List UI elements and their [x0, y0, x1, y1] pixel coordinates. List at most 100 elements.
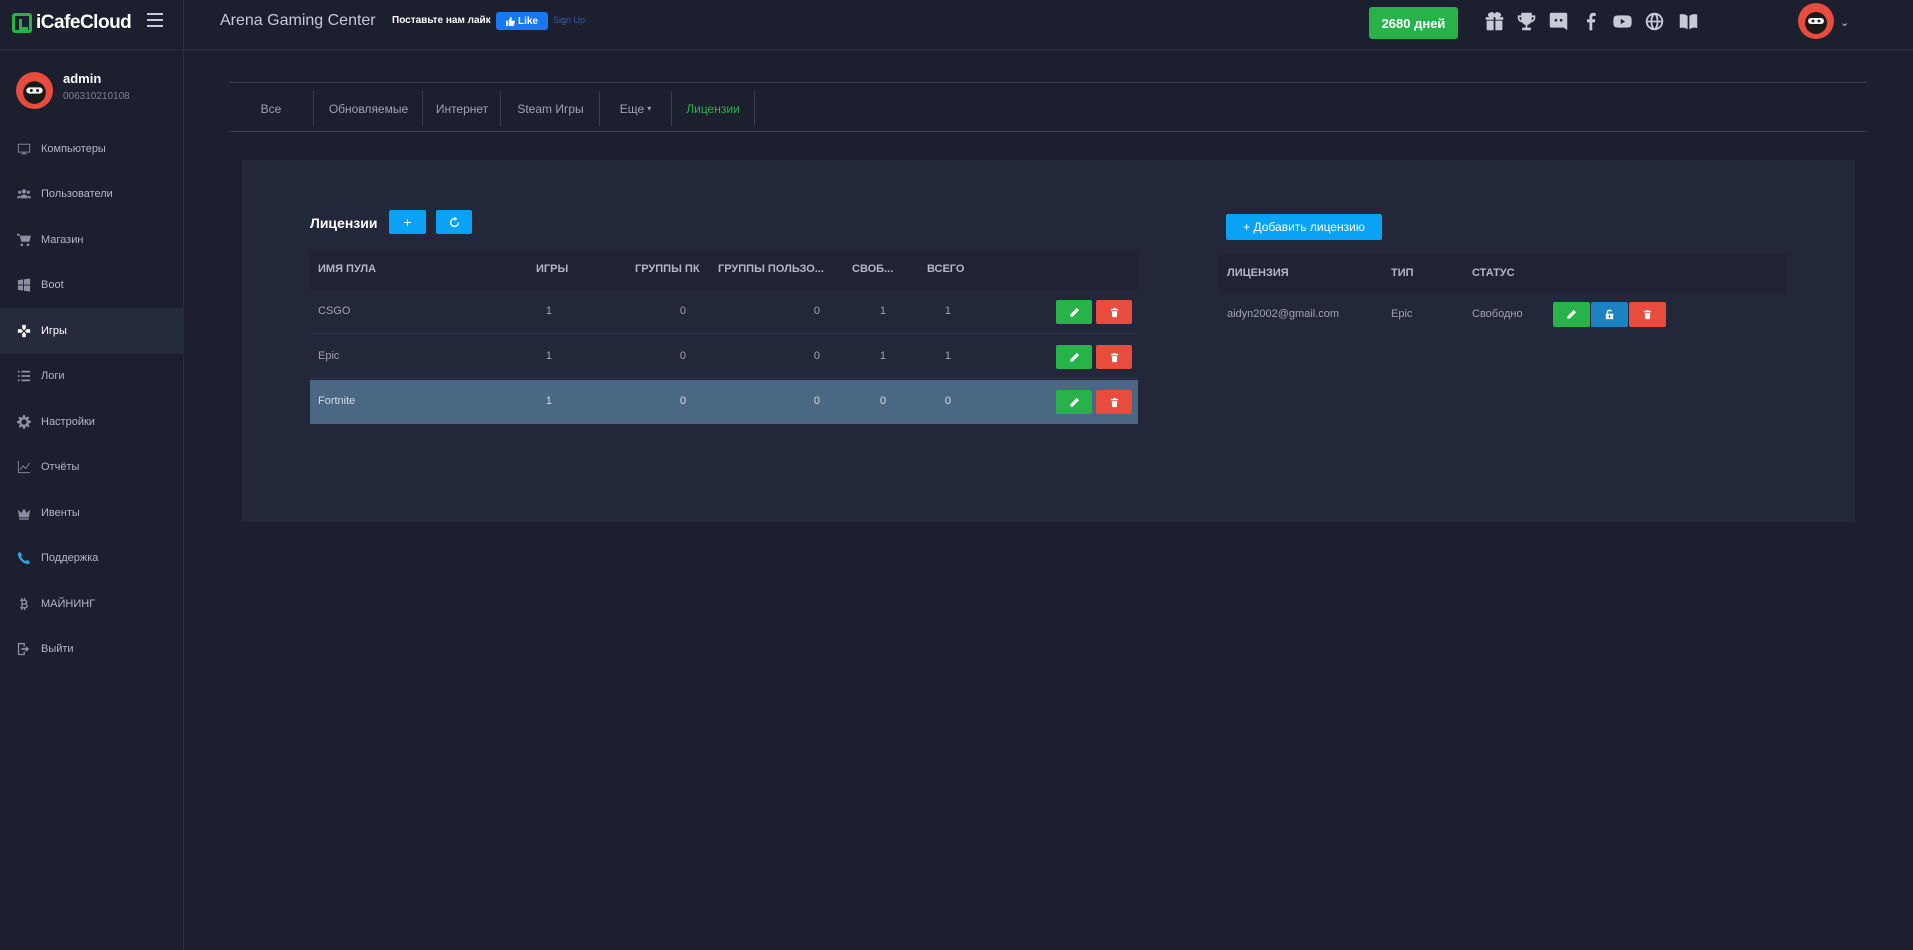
sidebar-item-events[interactable]: Ивенты [0, 490, 184, 536]
sidebar-item-support[interactable]: Поддержка [0, 536, 184, 582]
user-name: admin [63, 71, 102, 86]
column-header[interactable]: ТИП [1391, 267, 1414, 279]
sidebar-item-label: Boot [41, 279, 64, 292]
free-count: 1 [879, 350, 886, 362]
gift-icon[interactable] [1482, 9, 1506, 33]
refresh-icon [449, 216, 459, 227]
license-days-badge[interactable]: 2680 дней [1369, 7, 1458, 39]
facebook-like-button[interactable]: Like [496, 12, 548, 30]
pencil-icon [1567, 309, 1577, 319]
total-count: 1 [944, 305, 951, 317]
delete-button[interactable] [1096, 390, 1132, 414]
sidebar-item-boot[interactable]: Boot [0, 263, 184, 309]
sidebar-item-label: Логи [41, 370, 65, 383]
total-count: 0 [944, 395, 951, 407]
column-header[interactable]: СВОБ... [852, 263, 893, 275]
games-count: 1 [545, 305, 552, 317]
column-header[interactable]: ГРУППЫ ПК [635, 263, 700, 275]
unlock-button[interactable] [1591, 302, 1628, 327]
free-count: 1 [879, 305, 886, 317]
pools-table-header: ИМЯ ПУЛА ИГРЫ ГРУППЫ ПК ГРУППЫ ПОЛЬЗО...… [310, 250, 1138, 290]
cafe-name: Arena Gaming Center [220, 12, 376, 29]
sidebar-item-reports[interactable]: Отчёты [0, 445, 184, 491]
cart-icon [17, 233, 31, 247]
pool-name: CSGO [318, 305, 351, 317]
profile-avatar[interactable] [1798, 3, 1834, 39]
column-header[interactable]: ГРУППЫ ПОЛЬЗО... [718, 263, 824, 275]
sidebar-item-logout[interactable]: Выйти [0, 627, 184, 673]
licenses-table-header: ЛИЦЕНЗИЯ ТИП СТАТУС [1219, 254, 1787, 294]
sidebar-item-mining[interactable]: МАЙНИНГ [0, 581, 184, 627]
edit-button[interactable] [1056, 300, 1092, 324]
pc-groups-count: 0 [679, 350, 686, 362]
table-row[interactable]: Epic 1 0 0 1 1 [310, 335, 1138, 379]
delete-button[interactable] [1629, 302, 1666, 327]
license-status: Свободно [1472, 308, 1523, 320]
column-header[interactable]: ВСЕГО [927, 263, 964, 275]
table-row[interactable]: CSGO 1 0 0 1 1 [310, 290, 1138, 334]
sidebar-item-label: Пользователи [41, 188, 113, 201]
pencil-icon [1069, 307, 1079, 317]
sidebar-item-label: Компьютеры [41, 142, 106, 155]
edit-button[interactable] [1056, 390, 1092, 414]
trash-icon [1110, 397, 1118, 407]
edit-button[interactable] [1553, 302, 1590, 327]
tab-internet[interactable]: Интернет [423, 91, 501, 126]
sidebar-menu: Компьютеры Пользователи Магазин Boot Игр… [0, 126, 184, 672]
trophy-icon[interactable] [1514, 9, 1538, 33]
column-header[interactable]: ИГРЫ [536, 263, 568, 275]
chevron-down-icon[interactable]: ⌄ [1840, 16, 1849, 29]
user-groups-count: 0 [813, 350, 820, 362]
user-groups-count: 0 [813, 395, 820, 407]
column-header[interactable]: ЛИЦЕНЗИЯ [1227, 267, 1289, 279]
pool-name: Epic [318, 350, 340, 362]
edit-button[interactable] [1056, 345, 1092, 369]
sidebar-item-games[interactable]: Игры [0, 308, 184, 354]
sidebar-item-computers[interactable]: Компьютеры [0, 126, 184, 172]
refresh-button[interactable] [436, 210, 472, 234]
hamburger-menu-icon[interactable] [147, 13, 163, 27]
sidebar-item-shop[interactable]: Магазин [0, 217, 184, 263]
monitor-icon [17, 142, 31, 156]
discord-icon[interactable] [1546, 9, 1570, 33]
sidebar-item-logs[interactable]: Логи [0, 354, 184, 400]
sidebar-item-users[interactable]: Пользователи [0, 172, 184, 218]
youtube-icon[interactable] [1610, 9, 1634, 33]
crown-icon [17, 506, 31, 520]
column-header[interactable]: СТАТУС [1472, 267, 1515, 279]
tab-all[interactable]: Все [229, 91, 313, 126]
sidebar-item-label: МАЙНИНГ [41, 597, 96, 610]
facebook-icon[interactable] [1578, 9, 1602, 33]
total-count: 1 [944, 350, 951, 362]
book-icon[interactable] [1676, 9, 1700, 33]
delete-button[interactable] [1096, 300, 1132, 324]
gear-icon [17, 414, 31, 429]
sidebar-item-label: Поддержка [41, 552, 99, 565]
unlock-icon [1605, 309, 1614, 320]
facebook-signup-link[interactable]: Sign Up [553, 15, 585, 25]
tab-more[interactable]: Еще ▾ [600, 91, 671, 126]
table-row-selected[interactable]: Fortnite 1 0 0 0 0 [310, 380, 1138, 424]
add-pool-button[interactable]: + [389, 210, 426, 234]
pencil-icon [1069, 397, 1079, 407]
chart-line-icon [17, 460, 31, 474]
tab-divider [754, 91, 755, 126]
table-row[interactable]: aidyn2002@gmail.com Epic Свободно [1219, 294, 1787, 338]
users-icon [17, 187, 31, 201]
phone-icon [17, 551, 31, 565]
tab-licenses[interactable]: Лицензии [672, 91, 754, 126]
tab-updatable[interactable]: Обновляемые [314, 91, 423, 126]
logout-icon [17, 642, 31, 656]
sidebar-item-label: Магазин [41, 233, 84, 246]
column-header[interactable]: ИМЯ ПУЛА [318, 263, 376, 275]
globe-icon[interactable] [1642, 9, 1666, 33]
sidebar-item-label: Настройки [41, 415, 95, 428]
tab-more-label: Еще [619, 101, 645, 116]
sidebar-item-label: Игры [41, 324, 67, 337]
sidebar-item-settings[interactable]: Настройки [0, 399, 184, 445]
logo-icon [12, 13, 32, 33]
add-license-button[interactable]: + Добавить лицензию [1226, 214, 1382, 240]
brand: iCafeCloud [0, 0, 184, 50]
tab-steam-games[interactable]: Steam Игры [501, 91, 600, 126]
delete-button[interactable] [1096, 345, 1132, 369]
